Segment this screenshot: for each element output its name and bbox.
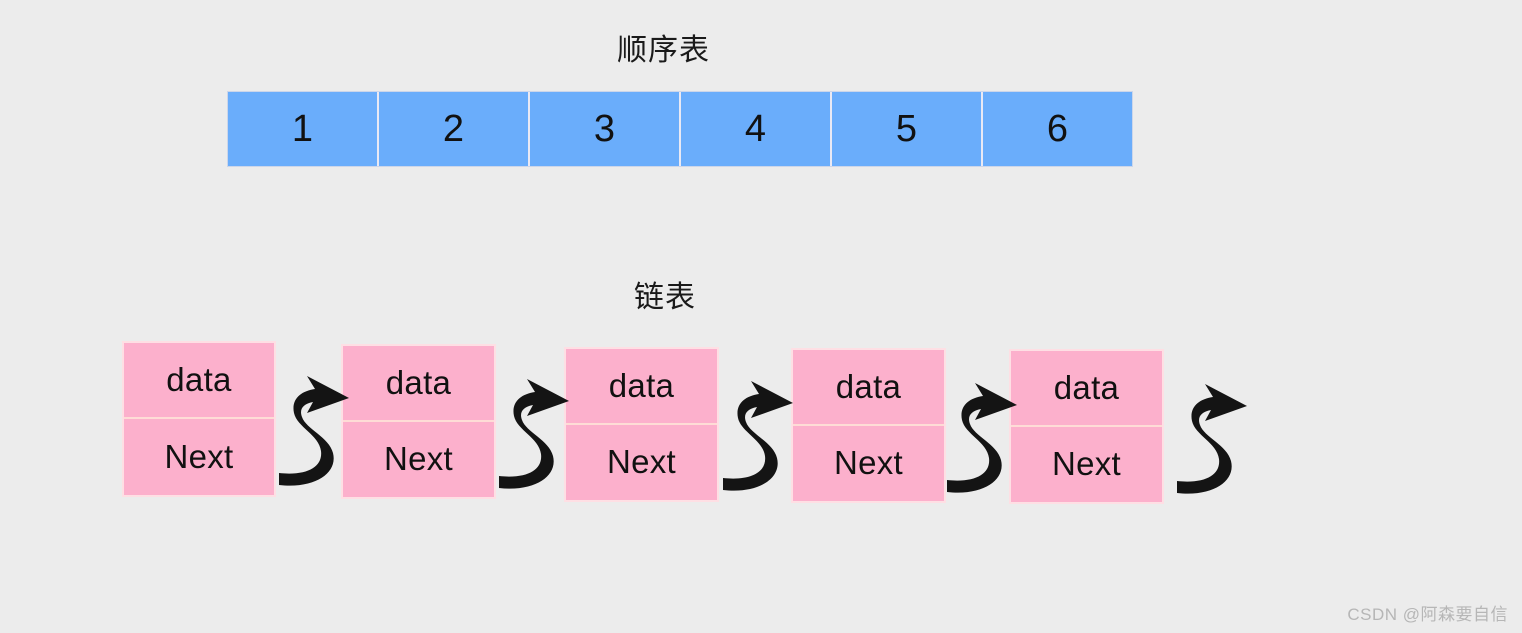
node-data-field: data <box>343 346 494 422</box>
node-data-field: data <box>566 349 717 425</box>
node-next-field: Next <box>1051 445 1122 483</box>
linked-list-node: data Next <box>566 349 717 500</box>
next-pointer-arrow <box>1177 384 1247 494</box>
next-pointer-arrow <box>723 381 793 491</box>
node-next-field: Next <box>383 440 454 478</box>
node-data-field: data <box>124 343 274 419</box>
node-data-field: data <box>793 350 944 426</box>
linked-list-diagram: data Next data Next data Next data Next … <box>0 0 1522 633</box>
csdn-watermark: CSDN @阿森要自信 <box>1347 605 1508 624</box>
node-next-field: Next <box>833 444 904 482</box>
next-pointer-arrow <box>499 379 569 489</box>
linked-list-node: data Next <box>1011 351 1162 502</box>
linked-list-node: data Next <box>343 346 494 497</box>
node-data-field: data <box>1011 351 1162 427</box>
linked-list-node: data Next <box>793 350 944 501</box>
diagram-canvas: 顺序表 1 2 3 4 5 6 链表 data Next data Next d… <box>0 0 1522 633</box>
linked-list-node: data Next <box>124 343 274 495</box>
next-pointer-arrow <box>279 376 349 486</box>
node-next-field: Next <box>164 438 234 475</box>
node-next-field: Next <box>606 443 677 481</box>
next-pointer-arrow <box>947 383 1017 493</box>
